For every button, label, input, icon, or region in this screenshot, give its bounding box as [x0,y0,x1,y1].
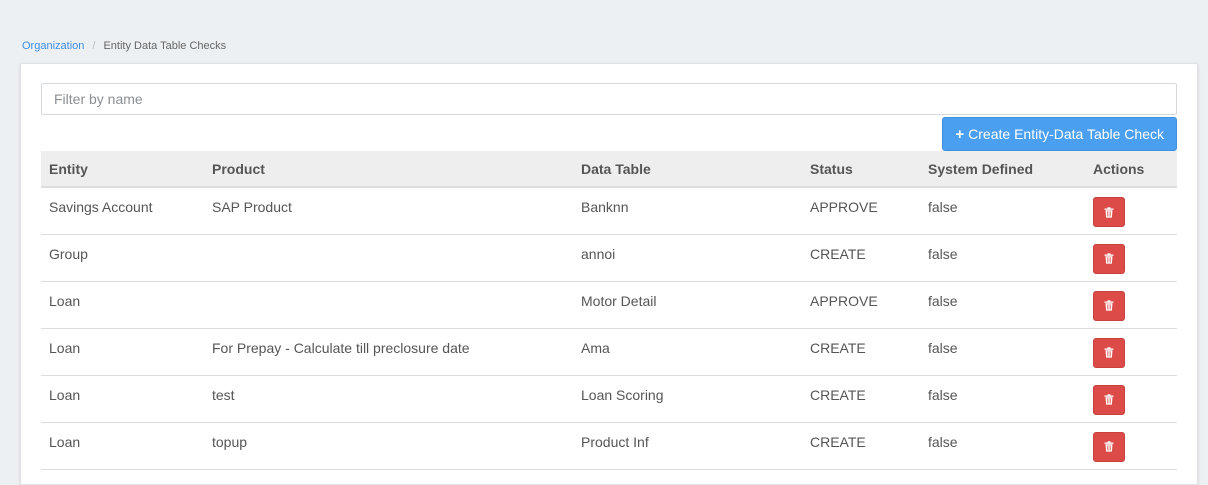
trash-icon [1104,441,1114,452]
delete-button[interactable] [1093,431,1125,462]
cell-product [204,234,573,282]
cell-entity: Group [41,234,204,282]
cell-system-defined: false [920,375,1085,423]
cell-data-table: Loan Scoring [573,375,802,423]
cell-system-defined: false [920,187,1085,235]
cell-actions [1085,422,1177,470]
cell-status: CREATE [802,234,920,282]
delete-button[interactable] [1093,243,1125,274]
content-panel: + Create Entity-Data Table Check Entity … [20,63,1198,485]
trash-icon [1104,206,1114,218]
trash-icon [1104,347,1114,358]
cell-data-table: Motor Detail [573,281,802,329]
cell-data-table: Product Inf [573,422,802,470]
cell-system-defined: false [920,328,1085,376]
table-header-row: Entity Product Data Table Status System … [41,151,1177,188]
cell-actions [1085,187,1177,235]
cell-status: APPROVE [802,187,920,235]
cell-product: SAP Product [204,187,573,235]
table-row[interactable]: Loan topup Product Inf CREATE false [41,422,1177,470]
column-header-data-table[interactable]: Data Table [573,151,802,188]
cell-status: CREATE [802,375,920,423]
cell-actions [1085,375,1177,423]
delete-button[interactable] [1093,384,1125,415]
table-row[interactable]: Loan For Prepay - Calculate till preclosu… [41,328,1177,376]
table-row[interactable]: Savings Account SAP Product Banknn APPROVE f… [41,187,1177,235]
column-header-entity[interactable]: Entity [41,151,204,188]
breadcrumb-current: Entity Data Table Checks [103,40,227,52]
column-header-system-defined[interactable]: System Defined [920,151,1085,188]
table-row[interactable]: Loan test Loan Scoring CREATE false [41,375,1177,423]
filter-by-name-input[interactable] [41,83,1177,115]
cell-data-table: Banknn [573,187,802,235]
entity-data-table-checks-table: Entity Product Data Table Status System … [41,151,1177,470]
cell-product: test [204,375,573,423]
breadcrumb-separator: / [92,40,96,52]
cell-product: For Prepay - Calculate till preclosure d… [204,328,573,376]
cell-actions [1085,234,1177,282]
create-button-label: Create Entity-Data Table Check [968,126,1164,142]
plus-icon: + [955,125,965,143]
cell-entity: Loan [41,422,204,470]
trash-icon [1104,394,1114,405]
cell-status: CREATE [802,328,920,376]
delete-button[interactable] [1093,290,1125,321]
cell-entity: Loan [41,328,204,376]
delete-button[interactable] [1093,197,1125,227]
cell-data-table: Ama [573,328,802,376]
column-header-product[interactable]: Product [204,151,573,188]
cell-entity: Savings Account [41,187,204,235]
trash-icon [1104,300,1114,311]
cell-system-defined: false [920,422,1085,470]
cell-entity: Loan [41,281,204,329]
cell-status: CREATE [802,422,920,470]
cell-entity: Loan [41,375,204,423]
cell-actions [1085,328,1177,376]
cell-product [204,281,573,329]
cell-product: topup [204,422,573,470]
table-body: Savings Account SAP Product Banknn APPROVE f… [41,187,1177,470]
cell-actions [1085,281,1177,329]
cell-system-defined: false [920,234,1085,282]
breadcrumb: Organization / Entity Data Table Checks [22,40,226,52]
delete-button[interactable] [1093,337,1125,368]
table-row[interactable]: Group annoi CREATE false [41,234,1177,282]
column-header-status[interactable]: Status [802,151,920,188]
breadcrumb-organization-link[interactable]: Organization [22,40,84,52]
column-header-actions: Actions [1085,151,1177,188]
trash-icon [1104,253,1114,264]
table-row[interactable]: Loan Motor Detail APPROVE false [41,281,1177,329]
create-entity-data-table-check-button[interactable]: + Create Entity-Data Table Check [942,117,1177,151]
cell-data-table: annoi [573,234,802,282]
cell-status: APPROVE [802,281,920,329]
cell-system-defined: false [920,281,1085,329]
